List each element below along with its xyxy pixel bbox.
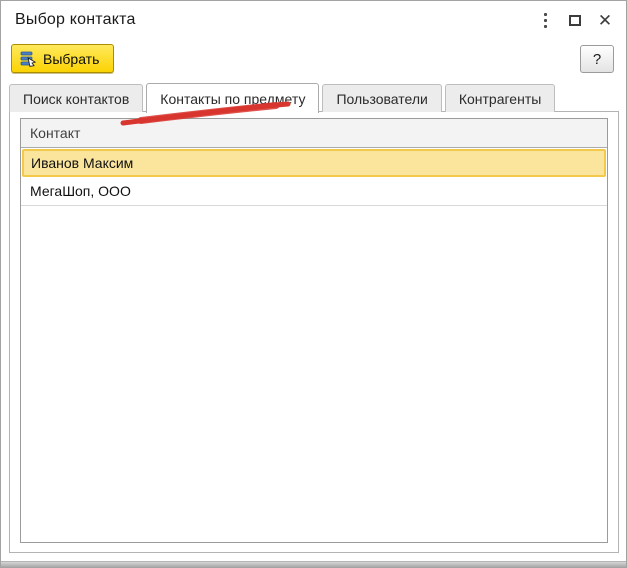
table-header-contact[interactable]: Контакт bbox=[21, 119, 607, 148]
select-button[interactable]: Выбрать bbox=[11, 44, 114, 73]
contact-name: Иванов Максим bbox=[31, 155, 133, 171]
title-bar: Выбор контакта ✕ bbox=[1, 1, 626, 39]
table-row[interactable]: МегаШоп, ООО bbox=[21, 177, 607, 206]
tab-panel: Контакт Иванов Максим МегаШоп, ООО bbox=[9, 111, 619, 553]
column-header-label: Контакт bbox=[30, 125, 80, 141]
window-title: Выбор контакта bbox=[15, 11, 136, 29]
help-button[interactable]: ? bbox=[580, 45, 614, 73]
dialog-window: Выбор контакта ✕ Выбрать ? bbox=[0, 0, 627, 568]
contact-name: МегаШоп, ООО bbox=[30, 183, 131, 199]
tab-contacts-by-subject[interactable]: Контакты по предмету bbox=[146, 83, 319, 113]
table-row[interactable]: Иванов Максим bbox=[22, 149, 606, 177]
close-icon: ✕ bbox=[598, 12, 612, 29]
maximize-icon bbox=[569, 15, 581, 26]
select-button-label: Выбрать bbox=[43, 51, 99, 67]
command-bar: Выбрать ? bbox=[1, 39, 626, 79]
help-icon: ? bbox=[593, 51, 601, 68]
tab-label: Пользователи bbox=[336, 91, 427, 107]
tab-label: Контакты по предмету bbox=[160, 91, 305, 107]
window-controls: ✕ bbox=[530, 1, 620, 39]
more-button[interactable] bbox=[530, 5, 560, 35]
tab-users[interactable]: Пользователи bbox=[322, 84, 441, 112]
maximize-button[interactable] bbox=[560, 5, 590, 35]
tab-label: Контрагенты bbox=[459, 91, 541, 107]
tab-bar: Поиск контактов Контакты по предмету Пол… bbox=[9, 83, 558, 112]
tab-label: Поиск контактов bbox=[23, 91, 129, 107]
pick-from-list-icon bbox=[20, 51, 37, 67]
close-button[interactable]: ✕ bbox=[590, 5, 620, 35]
tab-counterparties[interactable]: Контрагенты bbox=[445, 84, 555, 112]
tab-contact-search[interactable]: Поиск контактов bbox=[9, 84, 143, 112]
kebab-menu-icon bbox=[544, 13, 547, 28]
window-bottom-edge bbox=[1, 561, 626, 567]
contacts-table: Контакт Иванов Максим МегаШоп, ООО bbox=[20, 118, 608, 543]
